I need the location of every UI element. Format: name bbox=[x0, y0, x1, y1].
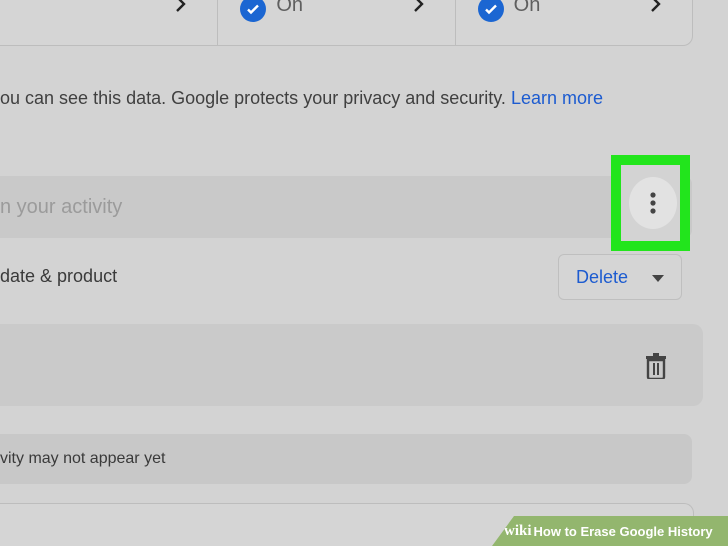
setting-status: On bbox=[276, 0, 304, 16]
wikihow-watermark: wiki How to Erase Google History bbox=[492, 516, 728, 546]
chevron-right-icon bbox=[413, 0, 424, 12]
activity-bundle bbox=[0, 324, 703, 406]
more-options-button[interactable] bbox=[629, 177, 677, 229]
privacy-text: ou can see this data. Google protects yo… bbox=[0, 88, 506, 108]
check-icon bbox=[477, 0, 504, 22]
delete-button[interactable]: Delete bbox=[558, 254, 682, 300]
chevron-right-icon bbox=[176, 0, 187, 12]
more-vert-icon bbox=[650, 192, 656, 214]
highlight-annotation bbox=[611, 155, 690, 251]
wiki-logo-text: wiki bbox=[504, 522, 532, 539]
trash-icon[interactable] bbox=[645, 353, 667, 379]
settings-card[interactable]: On bbox=[218, 0, 456, 45]
dropdown-arrow-icon bbox=[652, 275, 664, 282]
settings-card[interactable] bbox=[0, 0, 219, 45]
search-placeholder: n your activity bbox=[0, 196, 123, 218]
settings-card[interactable]: On bbox=[456, 0, 692, 45]
check-icon bbox=[240, 0, 267, 22]
search-bar[interactable]: n your activity bbox=[0, 176, 692, 238]
settings-cards: On On bbox=[0, 0, 693, 46]
delete-label: Delete bbox=[576, 266, 629, 287]
setting-status: On bbox=[513, 0, 541, 16]
learn-more-link[interactable]: Learn more bbox=[511, 88, 603, 108]
activity-notice-text: vity may not appear yet bbox=[0, 450, 166, 467]
chevron-right-icon bbox=[651, 0, 661, 12]
privacy-notice: ou can see this data. Google protects yo… bbox=[0, 88, 603, 109]
watermark-title: How to Erase Google History bbox=[533, 523, 713, 539]
filter-by-date-product[interactable]: date & product bbox=[0, 266, 117, 287]
activity-notice: vity may not appear yet bbox=[0, 434, 692, 484]
